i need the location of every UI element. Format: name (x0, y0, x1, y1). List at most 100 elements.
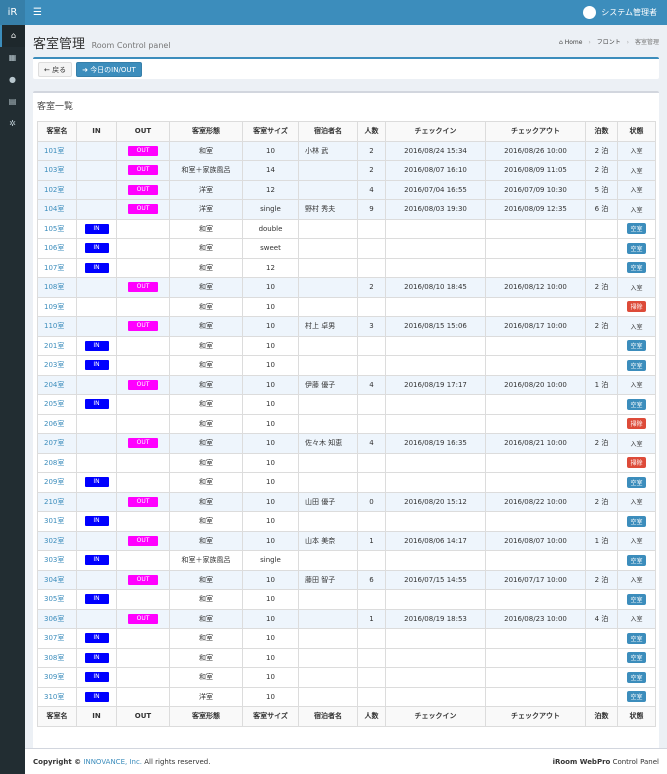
home-icon[interactable]: ⌂ (0, 25, 25, 47)
checkout-button[interactable]: OUT (128, 165, 158, 176)
room-name-link[interactable]: 103室 (37, 160, 77, 181)
checkin-button[interactable]: IN (84, 672, 109, 683)
column-header[interactable]: 人数 (357, 121, 386, 142)
checkout-button[interactable]: OUT (128, 282, 158, 293)
checkin-button[interactable]: IN (84, 360, 109, 371)
room-name-link[interactable]: 209室 (37, 472, 77, 493)
column-header[interactable]: 客室形態 (169, 706, 243, 727)
column-header[interactable]: IN (76, 121, 117, 142)
room-name-link[interactable]: 306室 (37, 608, 77, 629)
checkin-button[interactable]: IN (84, 516, 109, 527)
calendar-icon[interactable]: ▦ (0, 47, 25, 69)
checkout-button[interactable]: OUT (128, 379, 158, 390)
table-row: 110室 OUT 和室 10 村上 卓男 3 2016/08/15 15:06 2016/08… (37, 316, 656, 337)
room-name-link[interactable]: 201室 (37, 335, 77, 356)
room-name-link[interactable]: 105室 (37, 218, 77, 239)
room-name-link[interactable]: 107室 (37, 257, 77, 278)
column-header[interactable]: 客室サイズ (242, 706, 299, 727)
room-name-link[interactable]: 104室 (37, 199, 77, 220)
column-header[interactable]: 泊数 (585, 706, 618, 727)
app-logo[interactable]: iR (0, 0, 25, 25)
column-header[interactable]: IN (76, 706, 117, 727)
table-row: 301室 IN 和室 10 空室 (37, 511, 656, 532)
column-header[interactable]: 客室形態 (169, 121, 243, 142)
column-header[interactable]: 状態 (617, 706, 656, 727)
room-name-link[interactable]: 109室 (37, 296, 77, 317)
user-name: システム管理者 (601, 8, 657, 17)
room-name-link[interactable]: 208室 (37, 452, 77, 473)
checkin-button[interactable]: IN (84, 340, 109, 351)
checkin-button[interactable]: IN (84, 555, 109, 566)
gears-icon[interactable]: ✲ (0, 113, 25, 135)
room-list-box: 客室一覧 客室名 IN OUT 客室形態 客室サイズ 宿泊者名 人数 チェックイン チェックアウ… (33, 91, 659, 751)
room-name-link[interactable]: 310室 (37, 686, 77, 707)
column-header[interactable]: 状態 (617, 121, 656, 142)
checkin-button[interactable]: IN (84, 633, 109, 644)
column-header[interactable]: OUT (116, 706, 170, 727)
in-cell: IN (76, 589, 117, 610)
today-in-out-button[interactable]: ➜ 今日のIN/OUT (76, 62, 142, 77)
column-header[interactable]: チェックイン (385, 121, 486, 142)
column-header[interactable]: 宿泊者名 (298, 121, 358, 142)
room-name-link[interactable]: 307室 (37, 628, 77, 649)
room-name-link[interactable]: 101室 (37, 140, 77, 161)
hamburger-icon[interactable]: ☰ (33, 0, 42, 25)
checkin-button[interactable]: IN (84, 243, 109, 254)
checkout-button[interactable]: OUT (128, 574, 158, 585)
room-name-link[interactable]: 102室 (37, 179, 77, 200)
back-button[interactable]: ← 戻る (38, 62, 73, 77)
column-header[interactable]: 人数 (357, 706, 386, 727)
room-name-link[interactable]: 305室 (37, 589, 77, 610)
room-name-link[interactable]: 205室 (37, 394, 77, 415)
room-name-link[interactable]: 303室 (37, 550, 77, 571)
room-name-link[interactable]: 204室 (37, 374, 77, 395)
room-name-link[interactable]: 108室 (37, 277, 77, 298)
user-menu[interactable]: システム管理者 (583, 0, 657, 25)
checkin-button[interactable]: IN (84, 691, 109, 702)
user-icon[interactable]: ● (0, 69, 25, 91)
checkout-button[interactable]: OUT (128, 204, 158, 215)
checkout-button[interactable]: OUT (128, 145, 158, 156)
column-header[interactable]: 客室名 (37, 121, 77, 142)
room-name-link[interactable]: 301室 (37, 511, 77, 532)
column-header[interactable]: 宿泊者名 (298, 706, 358, 727)
checkin-button[interactable]: IN (84, 223, 109, 234)
column-header[interactable]: 客室サイズ (242, 121, 299, 142)
print-icon[interactable]: ▤ (0, 91, 25, 113)
checkin-button[interactable]: IN (84, 399, 109, 410)
column-header[interactable]: 客室名 (37, 706, 77, 727)
room-name-link[interactable]: 203室 (37, 355, 77, 376)
room-name-link[interactable]: 206室 (37, 413, 77, 434)
room-name-link[interactable]: 304室 (37, 569, 77, 590)
room-name-link[interactable]: 106室 (37, 238, 77, 259)
breadcrumb-home[interactable]: Home (565, 39, 583, 46)
breadcrumb-front[interactable]: フロント (597, 39, 621, 46)
checkout-button[interactable]: OUT (128, 613, 158, 624)
column-header[interactable]: OUT (116, 121, 170, 142)
checkout-button[interactable]: OUT (128, 535, 158, 546)
guest-count: 2 (357, 160, 386, 181)
checkout-button[interactable]: OUT (128, 184, 158, 195)
checkin-button[interactable]: IN (84, 652, 109, 663)
checkin-button[interactable]: IN (84, 477, 109, 488)
room-name-link[interactable]: 110室 (37, 316, 77, 337)
column-header[interactable]: 泊数 (585, 121, 618, 142)
room-name-link[interactable]: 210室 (37, 491, 77, 512)
guest-name (298, 238, 358, 259)
column-header[interactable]: チェックアウト (485, 706, 586, 727)
column-header[interactable]: チェックアウト (485, 121, 586, 142)
column-header[interactable]: チェックイン (385, 706, 486, 727)
checkout-button[interactable]: OUT (128, 321, 158, 332)
room-name-link[interactable]: 207室 (37, 433, 77, 454)
room-name-link[interactable]: 309室 (37, 667, 77, 688)
checkin-button[interactable]: IN (84, 262, 109, 273)
checkout-time (485, 550, 586, 571)
checkout-button[interactable]: OUT (128, 438, 158, 449)
room-name-link[interactable]: 308室 (37, 647, 77, 668)
nights (585, 296, 618, 317)
out-cell (116, 550, 170, 571)
room-name-link[interactable]: 302室 (37, 530, 77, 551)
checkout-button[interactable]: OUT (128, 496, 158, 507)
company-link[interactable]: INNOVANCE, Inc. (83, 758, 142, 766)
checkin-button[interactable]: IN (84, 594, 109, 605)
